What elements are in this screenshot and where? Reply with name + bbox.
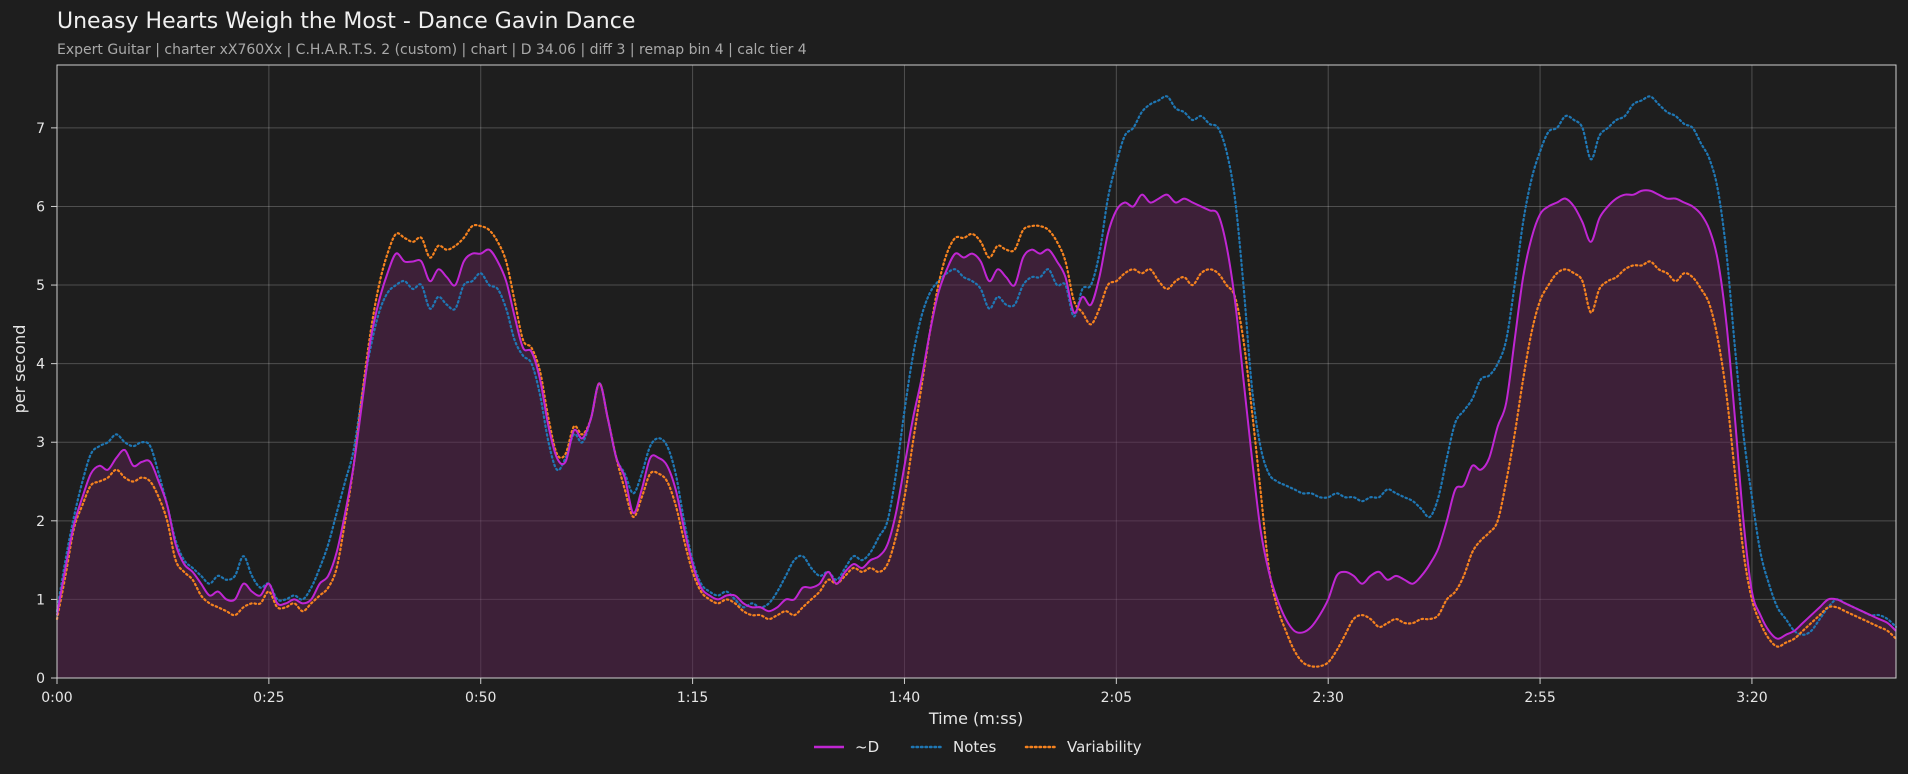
series-area-d [57, 190, 1896, 678]
y-axis-ticks: 0 1 2 3 4 5 6 7 [36, 121, 57, 687]
x-tick-label: 0:50 [465, 690, 496, 706]
legend: ~D Notes Variability [814, 738, 1142, 756]
x-tick-label: 0:00 [41, 690, 72, 706]
x-tick-label: 2:55 [1524, 690, 1555, 706]
chart-title: Uneasy Hearts Weigh the Most - Dance Gav… [57, 9, 635, 34]
y-tick-label: 3 [36, 435, 45, 451]
y-tick-label: 6 [36, 199, 45, 215]
x-tick-label: 3:20 [1736, 690, 1767, 706]
chart-svg: Uneasy Hearts Weigh the Most - Dance Gav… [10, 9, 1898, 756]
x-tick-label: 0:25 [253, 690, 284, 706]
chart-subtitle: Expert Guitar | charter xX760Xx | C.H.A.… [57, 42, 807, 58]
x-axis-ticks: 0:00 0:25 0:50 1:15 1:40 2:05 2:30 2:55 3:20 [41, 678, 1768, 706]
x-tick-label: 1:15 [677, 690, 708, 706]
y-tick-label: 5 [36, 278, 45, 294]
x-axis-label: Time (m:ss) [928, 709, 1023, 728]
series-layer [55, 95, 1898, 678]
y-tick-label: 2 [36, 514, 45, 530]
x-tick-label: 1:40 [889, 690, 920, 706]
legend-label-d: ~D [855, 738, 879, 756]
x-tick-label: 2:30 [1312, 690, 1343, 706]
y-tick-label: 7 [36, 121, 45, 137]
y-tick-label: 4 [36, 357, 45, 373]
y-tick-label: 0 [36, 671, 45, 687]
x-tick-label: 2:05 [1101, 690, 1132, 706]
legend-label-variability: Variability [1067, 738, 1142, 756]
legend-label-notes: Notes [953, 738, 997, 756]
y-tick-label: 1 [36, 592, 45, 608]
y-axis-label: per second [10, 325, 29, 414]
